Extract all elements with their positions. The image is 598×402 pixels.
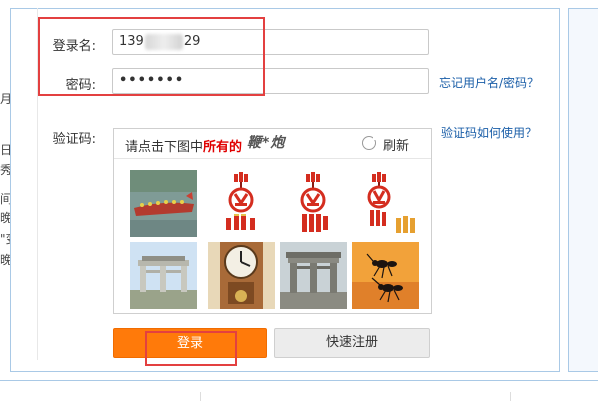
firecracker-tile-2[interactable] xyxy=(280,170,347,237)
credentials-highlight xyxy=(38,17,265,96)
quick-register-button[interactable]: 快速注册 xyxy=(274,328,430,358)
bottom-divider xyxy=(200,392,201,401)
captcha-divider xyxy=(114,158,431,159)
forgot-password-link[interactable]: 忘记用户名/密码？ xyxy=(439,74,539,91)
captcha-prompt-highlight: 所有的 xyxy=(203,140,243,155)
captcha-box: 请点击下图中所有的 鞭*炮 刷新 xyxy=(113,128,432,314)
refresh-icon xyxy=(362,136,377,150)
clock-tile[interactable] xyxy=(208,242,275,309)
bottom-divider xyxy=(510,392,511,401)
firecracker-tile-3[interactable] xyxy=(352,170,419,237)
captcha-refresh-button[interactable]: 刷新 xyxy=(362,134,416,154)
login-highlight xyxy=(145,331,237,366)
dragon-boat-tile[interactable] xyxy=(130,170,197,237)
refresh-label: 刷新 xyxy=(383,139,410,154)
memorial-arch-tile-2[interactable] xyxy=(280,242,347,309)
captcha-prompt-text: 请点击下图中 xyxy=(125,140,204,155)
captcha-label: 验证码: xyxy=(52,132,96,147)
bottom-strip xyxy=(0,380,598,402)
memorial-arch-tile-1[interactable] xyxy=(130,242,197,309)
firecracker-tile-1[interactable] xyxy=(208,170,275,237)
captcha-clue-text: 鞭*炮 xyxy=(247,135,286,151)
captcha-prompt: 请点击下图中所有的 xyxy=(125,136,242,155)
ants-tile[interactable] xyxy=(352,242,419,309)
captcha-help-link[interactable]: 验证码如何使用？ xyxy=(441,124,537,141)
right-side-panel xyxy=(568,8,598,372)
